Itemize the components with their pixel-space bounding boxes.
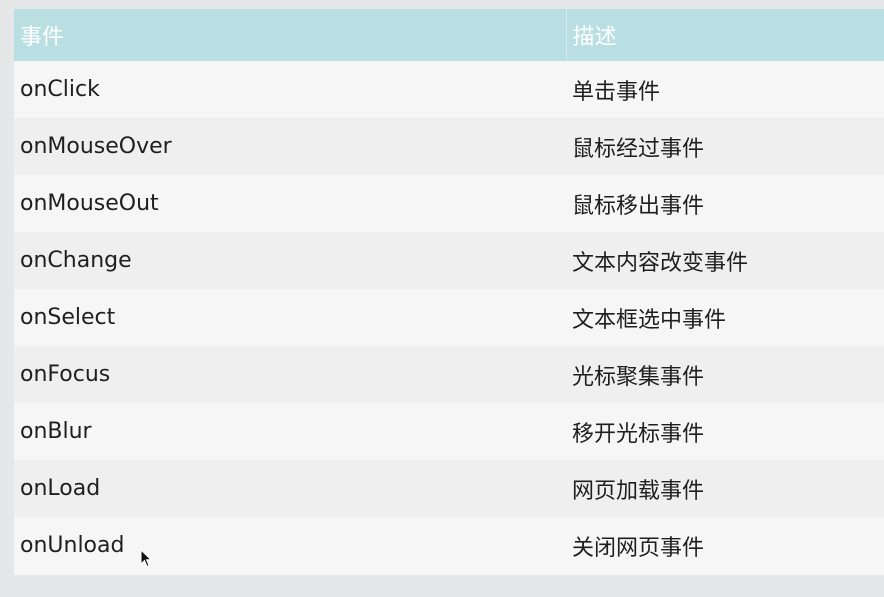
table-row: onChange 文本内容改变事件	[14, 232, 884, 289]
event-cell: onLoad	[14, 460, 566, 517]
description-cell: 文本框选中事件	[566, 289, 884, 346]
table-row: onLoad 网页加载事件	[14, 460, 884, 517]
events-table: 事件 描述 onClick 单击事件 onMouseOver 鼠标经过事件 on…	[14, 9, 884, 574]
description-cell: 关闭网页事件	[566, 517, 884, 574]
header-description: 描述	[565, 9, 884, 61]
event-cell: onMouseOut	[14, 175, 566, 232]
table-row: onSelect 文本框选中事件	[14, 289, 884, 346]
event-cell: onChange	[14, 232, 566, 289]
description-cell: 鼠标移出事件	[566, 175, 884, 232]
table-header-row: 事件 描述	[14, 9, 884, 61]
event-cell: onClick	[14, 61, 566, 118]
events-table-container: 事件 描述 onClick 单击事件 onMouseOver 鼠标经过事件 on…	[14, 9, 884, 575]
table-row: onClick 单击事件	[14, 61, 884, 118]
description-cell: 鼠标经过事件	[566, 118, 884, 175]
mouse-cursor-icon	[140, 549, 152, 568]
description-cell: 网页加载事件	[566, 460, 884, 517]
event-cell: onSelect	[14, 289, 566, 346]
table-row: onMouseOver 鼠标经过事件	[14, 118, 884, 175]
event-cell: onFocus	[14, 346, 566, 403]
description-cell: 移开光标事件	[566, 403, 884, 460]
event-cell: onMouseOver	[14, 118, 566, 175]
table-row: onMouseOut 鼠标移出事件	[14, 175, 884, 232]
table-row: onFocus 光标聚集事件	[14, 346, 884, 403]
table-row: onBlur 移开光标事件	[14, 403, 884, 460]
event-cell: onUnload	[14, 517, 566, 574]
description-cell: 单击事件	[566, 61, 884, 118]
description-cell: 文本内容改变事件	[566, 232, 884, 289]
description-cell: 光标聚集事件	[566, 346, 884, 403]
header-event: 事件	[14, 9, 566, 61]
event-cell: onBlur	[14, 403, 566, 460]
